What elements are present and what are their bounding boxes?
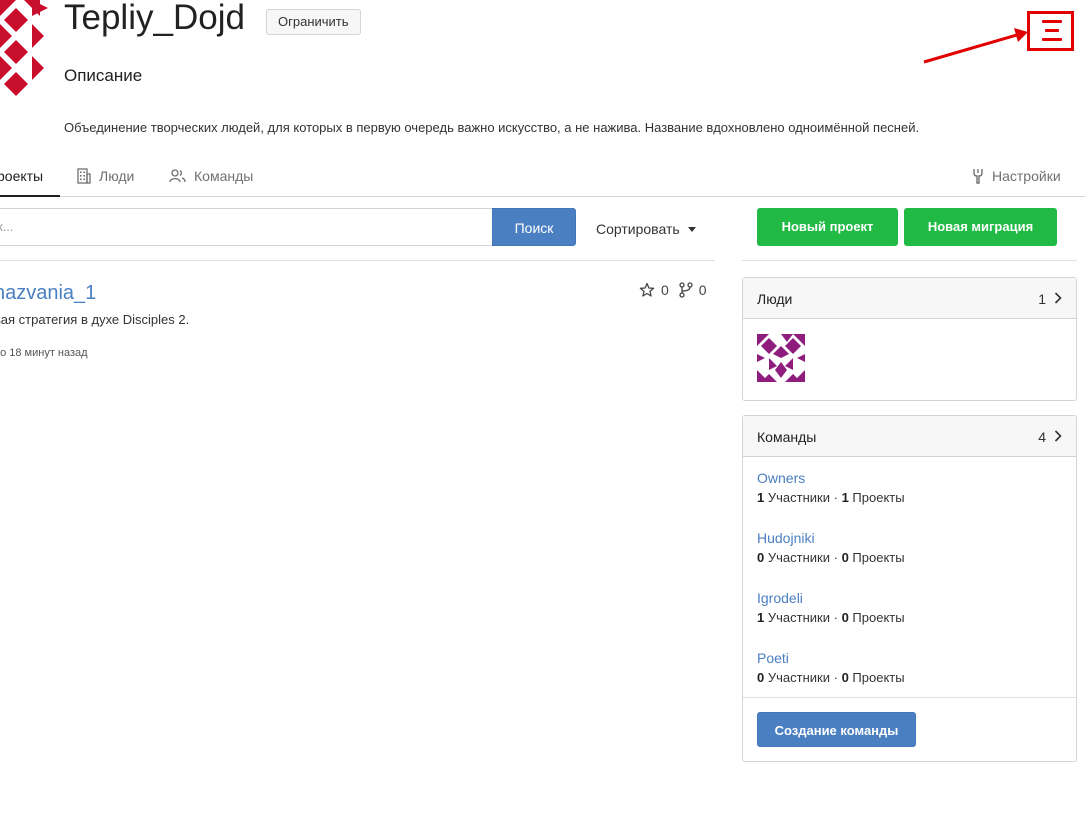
team-name-link[interactable]: Owners: [757, 469, 905, 487]
divider: [743, 697, 1076, 698]
org-name: Tepliy_Dojd: [64, 0, 245, 37]
divider: [742, 260, 1077, 261]
chevron-right-icon: [1054, 430, 1062, 442]
star-icon: [639, 282, 655, 297]
teams-panel: Команды 4 Owners 1 Участники · 1 Проекты…: [742, 415, 1077, 762]
restrict-button[interactable]: Ограничить: [266, 9, 361, 35]
create-team-button[interactable]: Создание команды: [757, 712, 916, 747]
new-migration-button[interactable]: Новая миграция: [904, 208, 1057, 246]
sort-label: Сортировать: [596, 221, 680, 237]
tab-people[interactable]: Люди: [76, 167, 134, 185]
description-text: Объединение творческих людей, для которы…: [64, 120, 920, 135]
team-meta: 1 Участники · 0 Проекты: [757, 610, 905, 625]
sort-dropdown[interactable]: Сортировать: [596, 220, 696, 238]
settings-link[interactable]: Настройки: [971, 167, 1061, 185]
divider: [0, 260, 715, 261]
member-avatar[interactable]: [757, 334, 805, 382]
star-count: 0: [661, 282, 669, 298]
team-item: Poeti 0 Участники · 0 Проекты: [757, 649, 905, 687]
team-name-link[interactable]: Hudojniki: [757, 529, 905, 547]
tab-label: Команды: [194, 168, 254, 184]
fork-count: 0: [698, 282, 707, 298]
settings-label: Настройки: [992, 168, 1061, 184]
repo-name-link[interactable]: nazvania_1: [0, 281, 96, 305]
people-panel-title: Люди: [757, 291, 793, 307]
building-icon: [77, 168, 91, 184]
team-name-link[interactable]: Poeti: [757, 649, 905, 667]
people-panel-header[interactable]: Люди 1: [743, 278, 1076, 319]
tab-projects[interactable]: роекты: [0, 167, 43, 185]
search-input[interactable]: к...: [0, 208, 493, 246]
description-heading: Описание: [64, 66, 143, 85]
people-count: 1: [1038, 291, 1046, 307]
teams-panel-header[interactable]: Команды 4: [743, 416, 1076, 457]
team-meta: 1 Участники · 1 Проекты: [757, 490, 905, 505]
repo-updated-time: но 18 минут назад: [0, 347, 88, 359]
fork-icon: [679, 282, 693, 298]
tab-active-indicator: [0, 195, 60, 197]
tabs-divider: [0, 196, 1085, 197]
tab-label: роекты: [0, 168, 44, 184]
tab-teams[interactable]: Команды: [169, 167, 253, 185]
team-item: Owners 1 Участники · 1 Проекты: [757, 469, 905, 507]
team-meta: 0 Участники · 0 Проекты: [757, 670, 905, 685]
team-item: Hudojniki 0 Участники · 0 Проекты: [757, 529, 905, 567]
people-icon: [169, 169, 186, 183]
people-panel: Люди 1: [742, 277, 1077, 401]
team-item: Igrodeli 1 Участники · 0 Проекты: [757, 589, 905, 627]
repo-description: вая стратегия в духе Disciples 2.: [0, 312, 190, 327]
search-button[interactable]: Поиск: [492, 208, 576, 246]
teams-count: 4: [1038, 429, 1046, 445]
repo-stats: 0 0: [639, 281, 707, 299]
team-meta: 0 Участники · 0 Проекты: [757, 550, 905, 565]
tab-label: Люди: [99, 168, 135, 184]
caret-down-icon: [687, 226, 696, 232]
org-avatar: [0, 0, 48, 96]
teams-panel-title: Команды: [757, 429, 817, 445]
chevron-right-icon: [1054, 292, 1062, 304]
tools-icon: [973, 169, 983, 184]
arrow-annotation: [923, 28, 1028, 64]
team-name-link[interactable]: Igrodeli: [757, 589, 905, 607]
new-project-button[interactable]: Новый проект: [757, 208, 898, 246]
